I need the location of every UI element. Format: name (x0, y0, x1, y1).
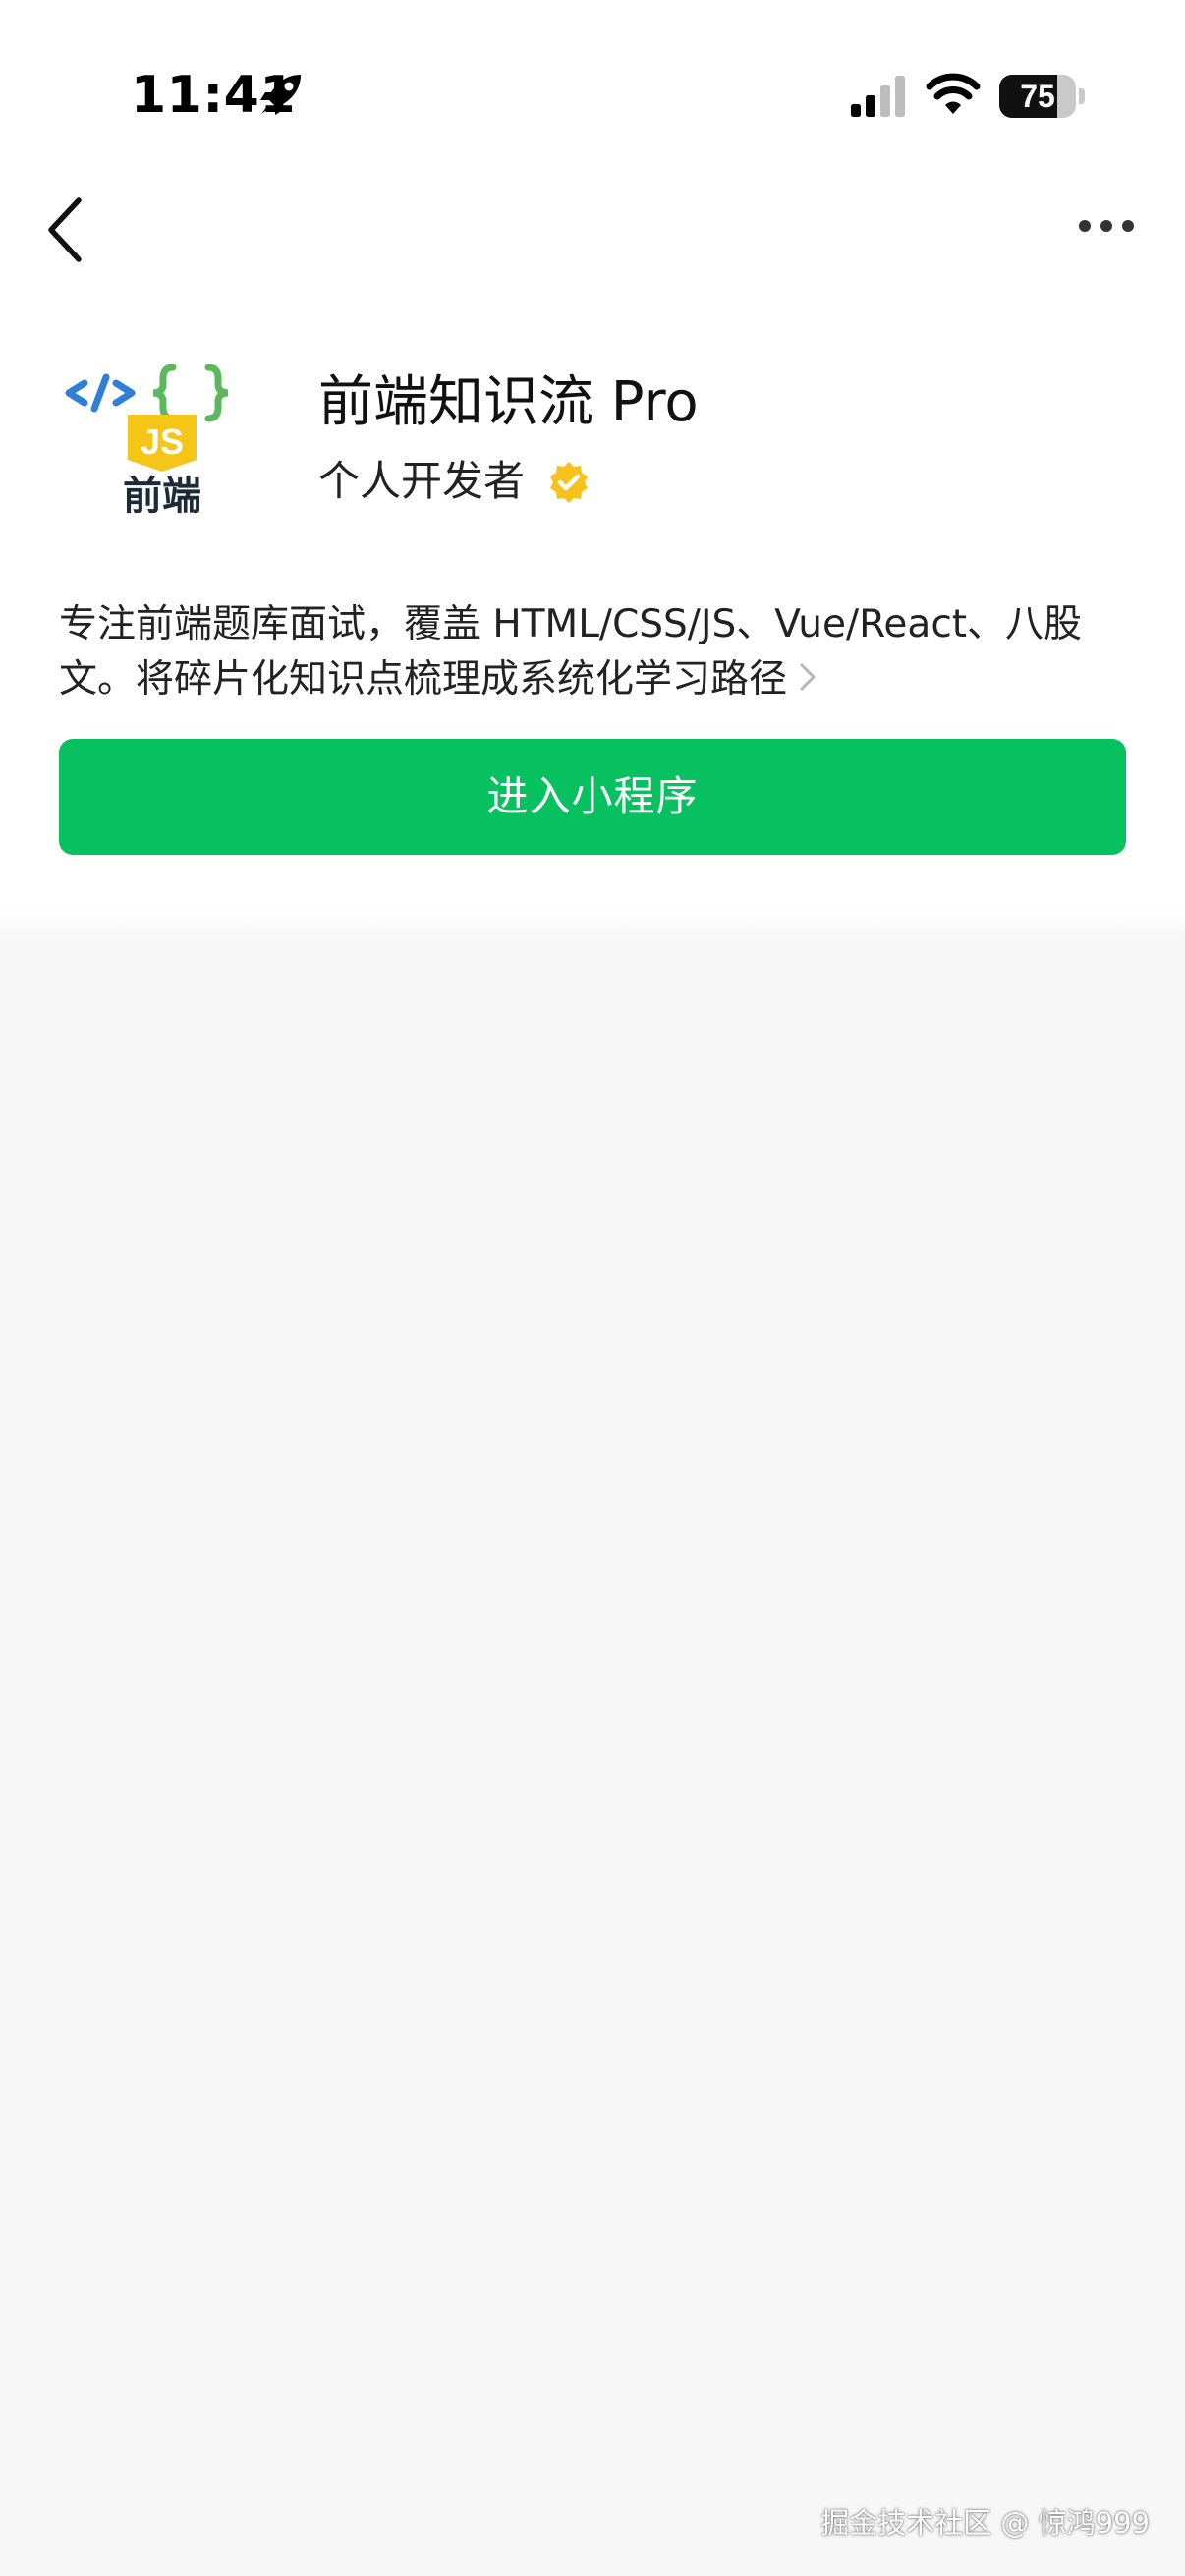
battery-tip (1079, 88, 1085, 104)
app-logo: JS 前端 (59, 350, 265, 536)
cellular-signal-icon (851, 76, 905, 117)
panel-divider-shadow (0, 909, 1185, 938)
code-brackets-icon: JS (65, 364, 229, 472)
developer-type: 个人开发者 (318, 457, 526, 505)
back-button[interactable] (39, 193, 90, 267)
description-text: 专注前端题库面试，覆盖 HTML/CSS/JS、Vue/React、八股文。将碎… (59, 602, 1083, 701)
rocket-icon (260, 75, 301, 115)
more-options-button[interactable] (1075, 206, 1138, 246)
verified-badge-icon (550, 462, 588, 503)
chevron-right-icon (800, 663, 816, 691)
logo-text: 前端 (123, 474, 201, 519)
watermark: 掘金技术社区 @ 惊鸿999 (820, 2506, 1150, 2540)
enter-mini-program-button[interactable]: 进入小程序 (59, 739, 1126, 855)
battery-level: 75 (1020, 79, 1055, 114)
logo-badge-text: JS (141, 421, 184, 462)
app-description[interactable]: 专注前端题库面试，覆盖 HTML/CSS/JS、Vue/React、八股文。将碎… (59, 597, 1130, 707)
app-name: 前端知识流 Pro (318, 370, 699, 434)
battery-indicator: 75 (999, 75, 1076, 118)
wifi-icon (926, 73, 981, 114)
